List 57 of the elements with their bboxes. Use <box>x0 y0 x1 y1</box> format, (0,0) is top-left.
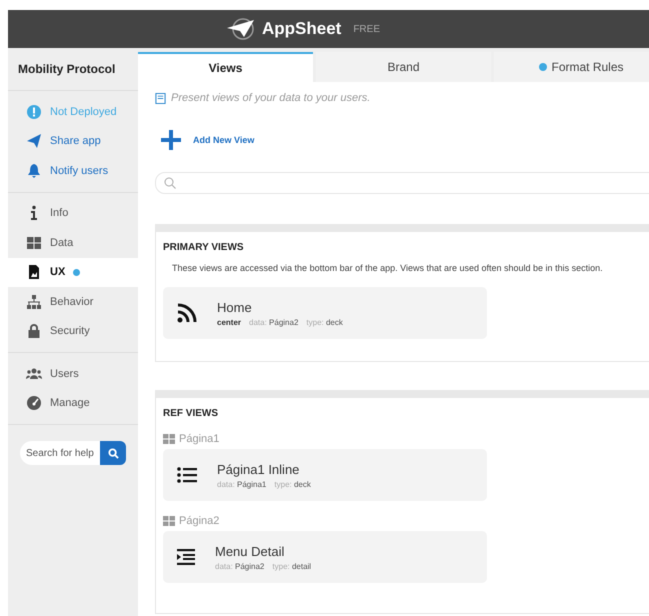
view-meta: type: detail <box>272 562 312 570</box>
alert-icon <box>26 104 42 120</box>
tree-icon <box>26 294 42 310</box>
intro-text: Present views of your data to your users. <box>171 92 370 104</box>
rss-icon <box>177 303 197 323</box>
section-title: PRIMARY VIEWS <box>163 242 245 253</box>
paper-plane-icon <box>226 17 256 41</box>
search-field[interactable] <box>155 172 649 194</box>
sidebar-item[interactable]: Manage <box>8 388 138 418</box>
search-icon <box>108 448 118 458</box>
view-meta: type: deck <box>274 480 311 488</box>
tab[interactable]: Views <box>138 52 313 82</box>
status-dot <box>73 268 80 276</box>
view-name: Menu Detail <box>215 544 286 558</box>
sidebar-item[interactable]: Share app <box>8 126 138 156</box>
table-name: Página2 <box>179 515 220 527</box>
sidebar-item[interactable]: Security <box>8 316 138 346</box>
view-card[interactable]: Home center data: Página2 type: deck <box>163 287 487 339</box>
status-dot <box>539 63 548 71</box>
view-meta: data: Página2 <box>249 318 298 326</box>
plane-icon <box>26 133 42 150</box>
sidebar-item[interactable]: Behavior <box>8 287 138 316</box>
sidebar-item[interactable]: Info <box>8 198 138 228</box>
view-name: Página1 Inline <box>217 462 300 476</box>
sidebar-item[interactable]: Notify users <box>8 156 138 186</box>
tab[interactable]: Brand <box>316 52 491 82</box>
view-meta: data: Página1 <box>217 480 266 488</box>
section-title: REF VIEWS <box>163 408 220 419</box>
sidebar-item[interactable]: UX <box>8 258 138 287</box>
search-button[interactable] <box>100 441 126 465</box>
detail-icon <box>177 549 195 565</box>
grid-icon <box>26 234 42 251</box>
book-icon <box>155 92 166 104</box>
bell-icon <box>26 162 42 179</box>
view-meta: type: deck <box>306 318 343 326</box>
users-icon <box>26 366 42 382</box>
add-view-button[interactable]: Add New View <box>161 130 254 150</box>
search-icon <box>164 177 176 189</box>
table-icon <box>163 434 175 444</box>
table-name: Página1 <box>179 433 220 445</box>
gauge-icon <box>26 395 42 412</box>
help-search-field[interactable]: Search for help <box>20 441 100 465</box>
view-card[interactable]: Página1 Inline data: Página1 type: deck <box>163 449 487 501</box>
sidebar-item[interactable]: Users <box>8 359 138 388</box>
brand-name: AppSheet <box>262 19 342 39</box>
plan-label: FREE <box>353 24 380 34</box>
section-description: These views are accessed via the bottom bar of the app. Views that are used often should be in this section. <box>172 263 604 273</box>
view-meta: data: Página2 <box>215 562 264 570</box>
lock-icon <box>26 323 42 340</box>
table-icon <box>163 516 175 526</box>
view-card[interactable]: Menu Detail data: Página2 type: detail <box>163 531 487 583</box>
view-name: Home <box>217 300 253 314</box>
position-label: center <box>217 318 242 326</box>
tab[interactable]: Format Rules <box>494 52 649 82</box>
plus-icon <box>161 130 181 150</box>
list-icon <box>177 467 197 483</box>
sidebar-item[interactable]: Data <box>8 228 138 258</box>
